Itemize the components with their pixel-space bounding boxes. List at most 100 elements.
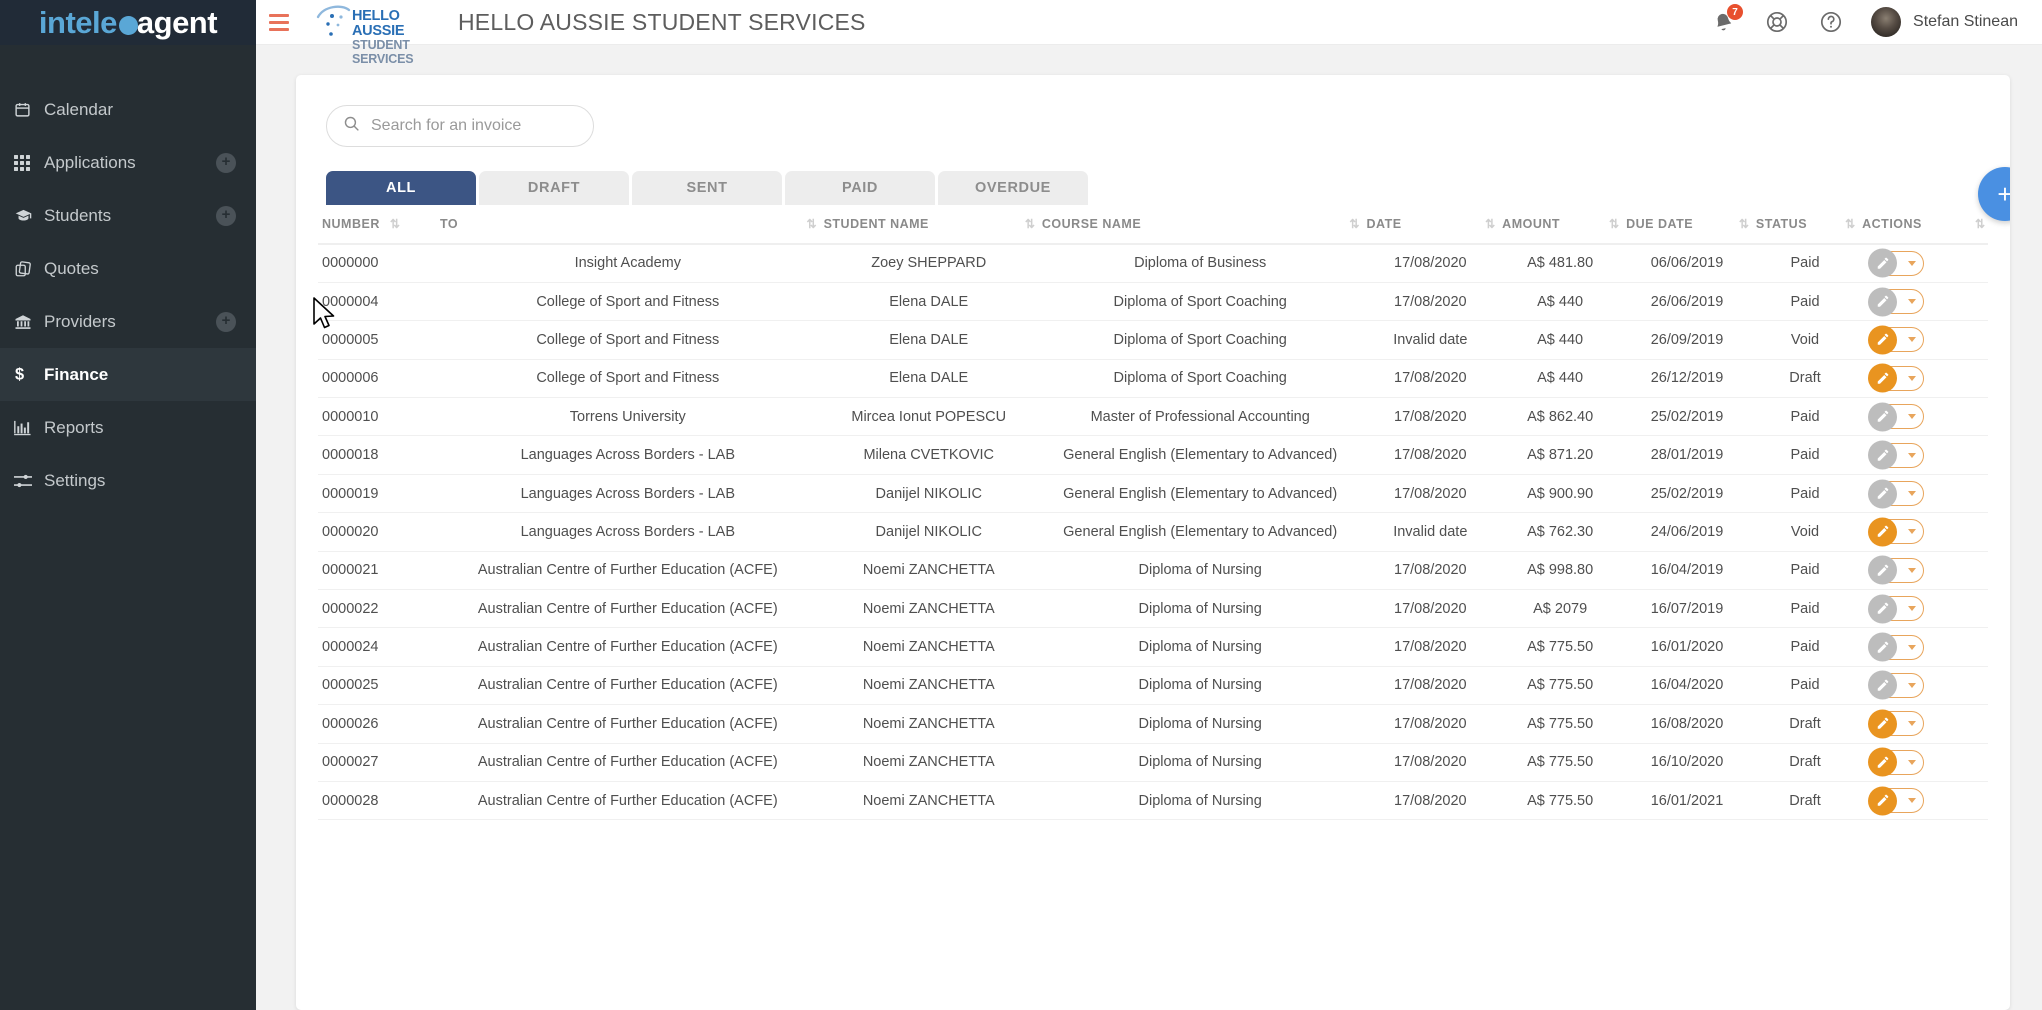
chevron-down-icon[interactable] [1908, 337, 1917, 343]
row-action-button[interactable] [1868, 363, 1925, 393]
edit-pencil-icon[interactable] [1868, 786, 1898, 816]
table-row[interactable]: 0000018 Languages Across Borders - LAB Mil… [318, 435, 1988, 475]
tab-draft[interactable]: DRAFT [479, 171, 629, 205]
table-row[interactable]: 0000028 Australian Centre of Further Educ… [318, 781, 1988, 821]
edit-pencil-icon[interactable] [1868, 287, 1898, 317]
row-action-button[interactable] [1868, 632, 1925, 662]
edit-pencil-icon[interactable] [1868, 517, 1898, 547]
chevron-down-icon[interactable] [1908, 299, 1917, 305]
table-row[interactable]: 0000022 Australian Centre of Further Educ… [318, 589, 1988, 629]
row-action-button[interactable] [1868, 479, 1925, 509]
add-student-icon[interactable]: + [216, 205, 236, 226]
sort-icon[interactable]: ⇅ [1025, 218, 1035, 230]
chevron-down-icon[interactable] [1908, 414, 1917, 420]
tab-sent[interactable]: SENT [632, 171, 782, 205]
lifebuoy-icon[interactable] [1763, 8, 1791, 36]
table-row[interactable]: 0000019 Languages Across Borders - LAB Dan… [318, 474, 1988, 514]
question-circle-icon[interactable] [1817, 8, 1845, 36]
edit-pencil-icon[interactable] [1868, 670, 1898, 700]
row-action-button[interactable] [1868, 670, 1925, 700]
sort-icon[interactable]: ⇅ [1609, 218, 1619, 230]
tab-paid[interactable]: PAID [785, 171, 935, 205]
col-to[interactable]: TO ⇅ [436, 205, 820, 245]
chevron-down-icon[interactable] [1908, 452, 1917, 458]
edit-pencil-icon[interactable] [1868, 363, 1898, 393]
edit-pencil-icon[interactable] [1868, 325, 1898, 355]
sort-icon[interactable]: ⇅ [1349, 218, 1359, 230]
row-action-button[interactable] [1868, 440, 1925, 470]
row-action-button[interactable] [1868, 248, 1925, 278]
edit-pencil-icon[interactable] [1868, 632, 1898, 662]
sidebar-item-students[interactable]: Students + [0, 189, 256, 242]
row-action-button[interactable] [1868, 786, 1925, 816]
row-action-button[interactable] [1868, 747, 1925, 777]
sidebar-item-applications[interactable]: Applications + [0, 136, 256, 189]
row-action-button[interactable] [1868, 709, 1925, 739]
chevron-down-icon[interactable] [1908, 644, 1917, 650]
edit-pencil-icon[interactable] [1868, 402, 1898, 432]
chevron-down-icon[interactable] [1908, 798, 1917, 804]
add-application-icon[interactable]: + [216, 152, 236, 173]
table-row[interactable]: 0000021 Australian Centre of Further Educ… [318, 551, 1988, 591]
sort-icon[interactable]: ⇅ [807, 218, 817, 230]
chevron-down-icon[interactable] [1908, 529, 1917, 535]
add-provider-icon[interactable]: + [216, 311, 236, 332]
col-amount[interactable]: AMOUNT ⇅ [1498, 205, 1623, 245]
sort-icon[interactable]: ⇅ [1485, 218, 1495, 230]
row-action-button[interactable] [1868, 325, 1925, 355]
table-row[interactable]: 0000005 College of Sport and Fitness Elena… [318, 320, 1988, 360]
row-action-button[interactable] [1868, 594, 1925, 624]
hamburger-icon[interactable] [266, 11, 292, 33]
col-actions[interactable]: ACTIONS ⇅ [1858, 205, 1988, 245]
chevron-down-icon[interactable] [1908, 682, 1917, 688]
chevron-down-icon[interactable] [1908, 260, 1917, 266]
sidebar-item-providers[interactable]: Providers + [0, 295, 256, 348]
tab-all[interactable]: ALL [326, 171, 476, 205]
sort-icon[interactable]: ⇅ [390, 218, 400, 230]
table-row[interactable]: 0000027 Australian Centre of Further Educ… [318, 743, 1988, 782]
table-row[interactable]: 0000025 Australian Centre of Further Educ… [318, 666, 1988, 706]
tab-overdue[interactable]: OVERDUE [938, 171, 1088, 205]
edit-pencil-icon[interactable] [1868, 709, 1898, 739]
sidebar-item-settings[interactable]: Settings [0, 454, 256, 507]
page-scrollbar[interactable] [2034, 45, 2042, 1010]
edit-pencil-icon[interactable] [1868, 594, 1898, 624]
table-row[interactable]: 0000020 Languages Across Borders - LAB Dan… [318, 512, 1988, 552]
sidebar-item-reports[interactable]: Reports [0, 401, 256, 454]
chevron-down-icon[interactable] [1908, 567, 1917, 573]
notifications-button[interactable]: 7 [1709, 4, 1744, 36]
search-container[interactable] [326, 105, 594, 147]
edit-pencil-icon[interactable] [1868, 440, 1898, 470]
user-menu[interactable]: Stefan Stinean [1871, 7, 2018, 37]
row-action-button[interactable] [1868, 555, 1925, 585]
edit-pencil-icon[interactable] [1868, 747, 1898, 777]
col-student-name[interactable]: STUDENT NAME ⇅ [819, 205, 1038, 245]
col-number[interactable]: NUMBER ⇅ [318, 205, 437, 245]
table-row[interactable]: 0000000 Insight Academy Zoey SHEPPARD Diplo… [318, 244, 1988, 283]
table-row[interactable]: 0000024 Australian Centre of Further Educ… [318, 627, 1988, 667]
sidebar-item-finance[interactable]: $ Finance [0, 348, 256, 401]
edit-pencil-icon[interactable] [1868, 555, 1898, 585]
row-action-button[interactable] [1868, 287, 1925, 317]
sort-icon[interactable]: ⇅ [1975, 218, 1985, 230]
table-row[interactable]: 0000004 College of Sport and Fitness Elena… [318, 282, 1988, 322]
sidebar-item-calendar[interactable]: Calendar [0, 83, 256, 136]
edit-pencil-icon[interactable] [1868, 248, 1898, 278]
chevron-down-icon[interactable] [1908, 606, 1917, 612]
table-row[interactable]: 0000010 Torrens University Mircea Ionut PO… [318, 397, 1988, 437]
row-action-button[interactable] [1868, 402, 1925, 432]
sort-icon[interactable]: ⇅ [1739, 218, 1749, 230]
chevron-down-icon[interactable] [1908, 375, 1917, 381]
sidebar-item-quotes[interactable]: Quotes [0, 242, 256, 295]
chevron-down-icon[interactable] [1908, 759, 1917, 765]
col-date[interactable]: DATE ⇅ [1362, 205, 1499, 245]
chevron-down-icon[interactable] [1908, 491, 1917, 497]
col-status[interactable]: STATUS ⇅ [1751, 205, 1859, 245]
search-input[interactable] [371, 117, 577, 135]
col-due-date[interactable]: DUE DATE ⇅ [1622, 205, 1752, 245]
table-row[interactable]: 0000006 College of Sport and Fitness Elena… [318, 359, 1988, 399]
sort-icon[interactable]: ⇅ [1845, 218, 1855, 230]
row-action-button[interactable] [1868, 517, 1925, 547]
chevron-down-icon[interactable] [1908, 721, 1917, 727]
col-course-name[interactable]: COURSE NAME ⇅ [1037, 205, 1363, 245]
